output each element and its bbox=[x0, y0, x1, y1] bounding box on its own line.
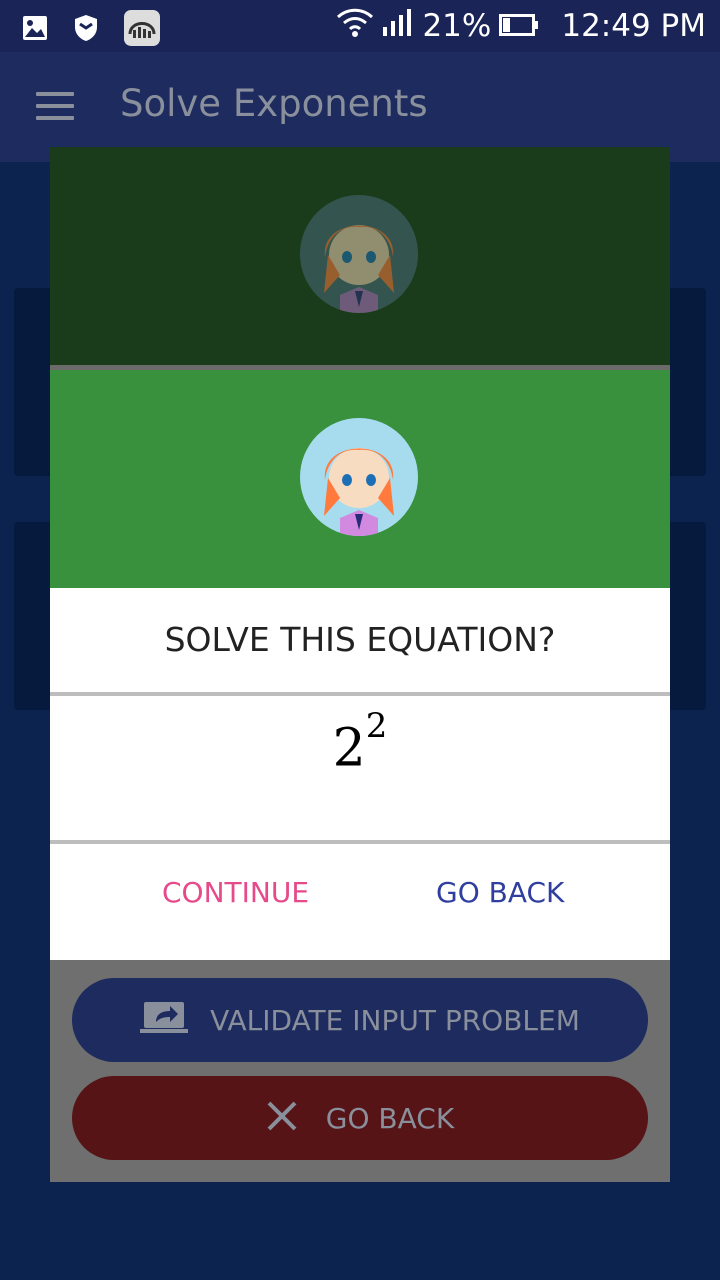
battery-percent: 21% bbox=[422, 8, 492, 44]
avatar bbox=[300, 418, 418, 536]
question-text: SOLVE THIS EQUATION? bbox=[164, 620, 556, 659]
go-back-button[interactable]: GO BACK bbox=[436, 876, 564, 909]
equation-exponent: 2 bbox=[365, 706, 388, 746]
avatar bbox=[300, 195, 418, 313]
battery-icon bbox=[499, 8, 539, 44]
continue-button[interactable]: CONTINUE bbox=[162, 876, 309, 909]
podcast-app-icon bbox=[124, 10, 160, 50]
app-bar: Solve Exponents bbox=[0, 52, 720, 162]
hamburger-menu-icon[interactable] bbox=[36, 90, 76, 122]
dialog-actions: CONTINUE GO BACK bbox=[50, 844, 670, 960]
close-icon bbox=[266, 1100, 298, 1136]
dialog-header-dim bbox=[50, 147, 670, 365]
status-bar: 21% 12:49 PM bbox=[0, 0, 720, 52]
equation-base: 2 bbox=[332, 718, 366, 779]
dialog-header-bright bbox=[50, 370, 670, 588]
wifi-icon bbox=[336, 6, 374, 46]
question-section: SOLVE THIS EQUATION? bbox=[50, 588, 670, 692]
image-icon bbox=[22, 15, 48, 45]
validate-input-problem-button[interactable]: VALIDATE INPUT PROBLEM bbox=[72, 978, 648, 1062]
validate-button-label: VALIDATE INPUT PROBLEM bbox=[210, 1003, 580, 1037]
go-back-pill-button[interactable]: GO BACK bbox=[72, 1076, 648, 1160]
share-screen-icon bbox=[140, 1000, 189, 1040]
equation-section: 22 bbox=[50, 696, 670, 840]
signal-icon bbox=[382, 7, 414, 45]
page-title: Solve Exponents bbox=[120, 82, 428, 125]
go-back-pill-label: GO BACK bbox=[325, 1101, 455, 1135]
equation: 22 bbox=[50, 706, 670, 779]
clock: 12:49 PM bbox=[561, 8, 706, 44]
shield-icon bbox=[74, 14, 98, 46]
